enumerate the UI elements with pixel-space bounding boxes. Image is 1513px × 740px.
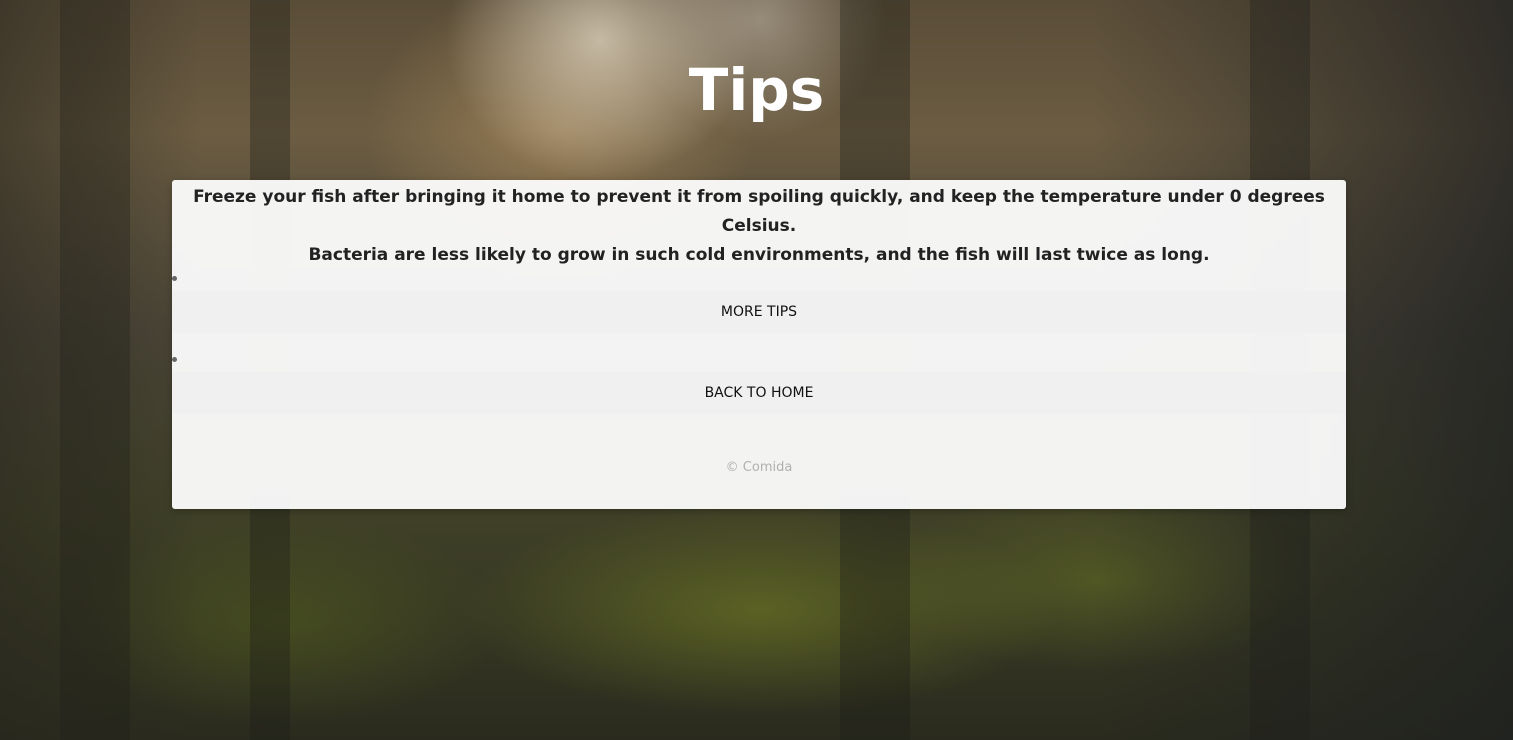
tip-text-line-1: Freeze your fish after bringing it home … [193,187,1325,236]
footer-copyright: © Comida [725,460,793,475]
list-bullet [172,276,177,281]
tip-card: Freeze your fish after bringing it home … [172,180,1346,509]
more-tips-link[interactable]: MORE TIPS [172,291,1346,333]
page-title: Tips [688,56,825,124]
tip-text-line-2: Bacteria are less likely to grow in such… [308,245,1210,265]
tip-text: Freeze your fish after bringing it home … [172,183,1346,270]
list-bullet [172,357,177,362]
back-to-home-link[interactable]: BACK TO HOME [172,372,1346,414]
